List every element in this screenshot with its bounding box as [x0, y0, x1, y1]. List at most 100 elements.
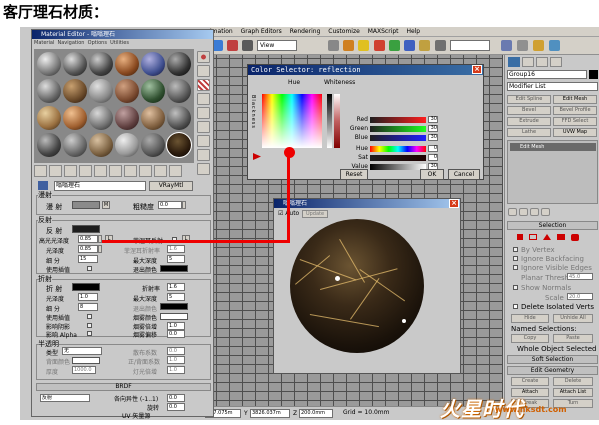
sample-slot[interactable]: [115, 133, 139, 157]
render-icon[interactable]: [533, 40, 544, 51]
object-color-swatch[interactable]: [589, 70, 598, 79]
sample-type-icon[interactable]: [197, 51, 210, 63]
sample-slot[interactable]: [89, 52, 113, 76]
refract-color-swatch[interactable]: [72, 283, 100, 291]
hue-picker[interactable]: [262, 94, 322, 148]
element-icon[interactable]: [571, 234, 579, 241]
sample-slot[interactable]: [167, 106, 191, 130]
ignore-visible-edges-checkbox[interactable]: [513, 265, 518, 270]
sat-slider[interactable]: [370, 155, 426, 161]
get-material-icon[interactable]: [34, 165, 47, 177]
value-slider[interactable]: [370, 164, 426, 170]
make-unique-icon[interactable]: [109, 165, 122, 177]
material-map-navigator-icon[interactable]: [197, 163, 210, 175]
refr-subdivs-field[interactable]: 8: [78, 303, 98, 311]
affect-shadows-checkbox[interactable]: [87, 323, 92, 328]
sample-slots[interactable]: [34, 49, 194, 163]
make-preview-icon[interactable]: [197, 121, 210, 133]
sample-slot[interactable]: [89, 106, 113, 130]
back-color-swatch[interactable]: [72, 357, 100, 364]
align-icon[interactable]: [404, 40, 416, 51]
fwd-back-field[interactable]: 1.0: [167, 356, 185, 364]
sample-slot[interactable]: [141, 52, 165, 76]
blue-slider[interactable]: [370, 135, 426, 141]
polygon-icon[interactable]: [557, 234, 565, 240]
scale-field[interactable]: 20.0: [567, 293, 593, 300]
sample-slot[interactable]: [63, 52, 87, 76]
color-selector-titlebar[interactable]: Color Selector: reflection: [248, 65, 483, 75]
create-button[interactable]: Create: [511, 377, 549, 386]
material-name-field[interactable]: 嗡嗡理石: [54, 181, 146, 191]
refl-max-depth-field[interactable]: 5: [167, 255, 185, 263]
fresnel-ior-field[interactable]: 1.6: [167, 245, 185, 253]
diffuse-color-swatch[interactable]: [72, 201, 100, 209]
preview-titlebar[interactable]: 嗡嗡理石: [274, 199, 460, 208]
hide-button[interactable]: Hide: [511, 314, 549, 323]
sample-slot[interactable]: [63, 106, 87, 130]
assign-material-icon[interactable]: [64, 165, 77, 177]
reset-map-icon[interactable]: [79, 165, 92, 177]
options-icon[interactable]: [197, 135, 210, 147]
quick-render-icon[interactable]: [549, 40, 560, 51]
sample-slot[interactable]: [89, 133, 113, 157]
fog-mult-field[interactable]: 1.0: [167, 322, 185, 330]
sample-slot[interactable]: [115, 52, 139, 76]
refl-gloss-spinner[interactable]: [98, 245, 102, 253]
whiteness-slider[interactable]: [334, 94, 340, 148]
material-effects-channel-icon[interactable]: [139, 165, 152, 177]
pin-stack-icon[interactable]: [508, 208, 517, 216]
pivot-icon[interactable]: [327, 40, 339, 51]
sample-slot[interactable]: [37, 133, 61, 157]
refl-gloss-field[interactable]: 0.85: [78, 245, 98, 253]
refr-max-depth-field[interactable]: 5: [167, 293, 185, 301]
close-icon[interactable]: ×: [449, 199, 459, 208]
lathe-button[interactable]: Lathe: [507, 128, 551, 137]
material-editor-icon[interactable]: [501, 40, 512, 51]
vertex-icon[interactable]: [517, 234, 523, 240]
hierarchy-tab-icon[interactable]: [536, 57, 548, 67]
ok-button[interactable]: OK: [420, 169, 444, 180]
reference-coord-select[interactable]: View: [257, 40, 297, 51]
blue-field[interactable]: 30: [428, 134, 438, 141]
delete-isolated-checkbox[interactable]: [513, 304, 518, 309]
green-field[interactable]: 30: [428, 125, 438, 132]
menu-options[interactable]: Options: [88, 40, 107, 46]
motion-tab-icon[interactable]: [550, 57, 562, 67]
sample-slot[interactable]: [115, 79, 139, 103]
eyedropper-icon[interactable]: [253, 153, 261, 160]
ffd-select-button[interactable]: FFD Select: [553, 117, 597, 126]
sample-slot[interactable]: [37, 106, 61, 130]
sample-slot[interactable]: [167, 52, 191, 76]
anisotropy-field[interactable]: 0.0: [167, 394, 185, 402]
planar-thresh-field[interactable]: 45.0: [567, 273, 593, 280]
brdf-rollout[interactable]: BRDF: [36, 383, 211, 391]
remove-modifier-icon[interactable]: [541, 208, 550, 216]
bevel-profile-button[interactable]: Bevel Profile: [553, 106, 597, 115]
thickness-field[interactable]: 1000.0: [72, 366, 96, 374]
by-vertex-checkbox[interactable]: [513, 247, 518, 252]
background-icon[interactable]: [197, 79, 210, 91]
fog-color-swatch[interactable]: [160, 313, 188, 320]
sample-slot[interactable]: [37, 79, 61, 103]
sample-slot[interactable]: [37, 52, 61, 76]
attach-list-button[interactable]: Attach List: [553, 388, 593, 397]
red-slider[interactable]: [370, 117, 426, 123]
rotation-field[interactable]: 0.0: [167, 403, 185, 411]
edge-icon[interactable]: [529, 234, 537, 240]
render-setup-icon[interactable]: [517, 40, 528, 51]
menu-item[interactable]: Help: [406, 28, 420, 35]
face-icon[interactable]: [543, 234, 551, 240]
refl-use-interp-checkbox[interactable]: [87, 266, 92, 271]
layer-icon[interactable]: [419, 40, 431, 51]
diffuse-map-button[interactable]: M: [102, 201, 110, 209]
paste-button[interactable]: Paste: [553, 334, 593, 343]
make-unique-icon[interactable]: [530, 208, 539, 216]
sample-slot[interactable]: [141, 106, 165, 130]
select-by-material-icon[interactable]: [197, 149, 210, 161]
stack-item-edit-mesh[interactable]: Edit Mesh: [510, 143, 596, 151]
sample-slot[interactable]: [167, 79, 191, 103]
update-button[interactable]: Update: [302, 210, 328, 218]
sample-slot[interactable]: [141, 133, 165, 157]
roughness-field[interactable]: 0.0: [158, 201, 182, 209]
selection-rollout[interactable]: Selection: [507, 221, 598, 230]
